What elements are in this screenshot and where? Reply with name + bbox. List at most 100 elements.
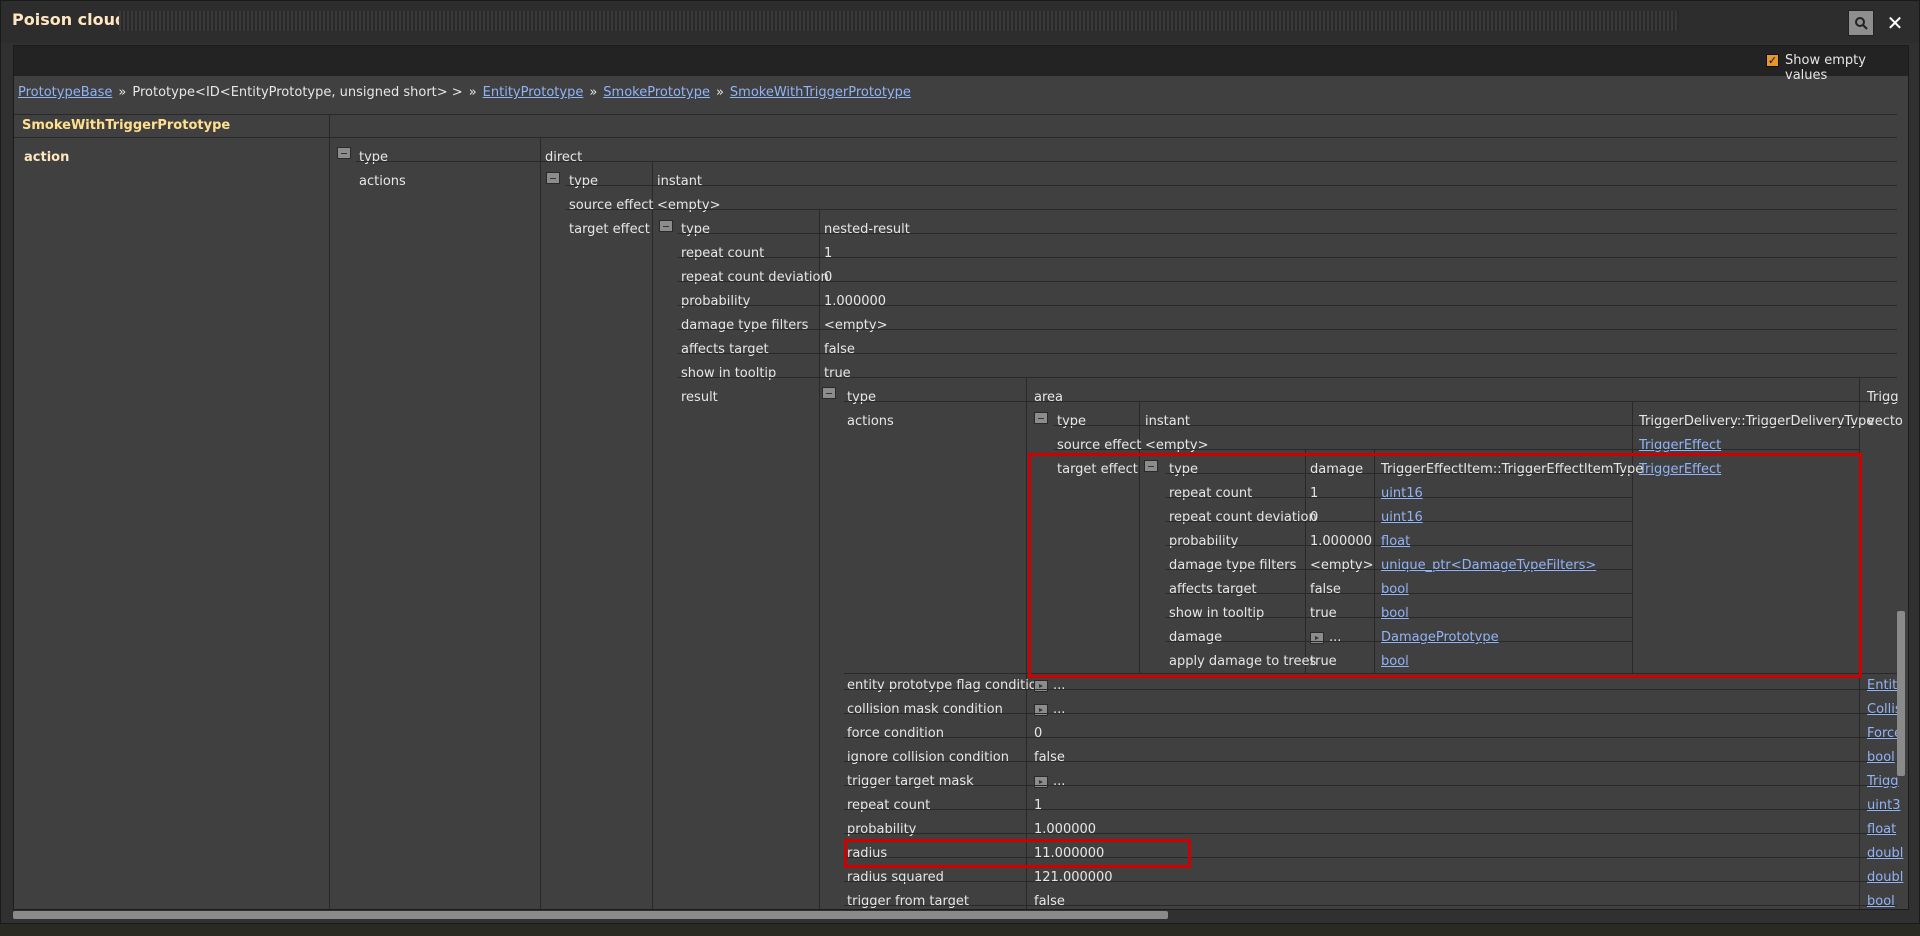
table-cell: nested-result (824, 222, 910, 237)
table-cell[interactable]: doubl (1867, 846, 1903, 861)
table-cell: type (569, 174, 599, 189)
vertical-scrollbar[interactable] (1897, 611, 1905, 776)
table-cell: true (824, 366, 851, 381)
table-cell: ignore collision condition (847, 750, 1009, 765)
table-cell: ... (1053, 678, 1066, 693)
property-table: SmokeWithTriggerPrototype action type direc… (14, 46, 1908, 909)
table-cell: instant (1145, 414, 1191, 429)
table-cell: false (1034, 894, 1065, 909)
table-cell: type (359, 150, 389, 165)
table-cell: entity prototype flag condition (847, 678, 1046, 693)
content-frame: ✓ Show empty values PrototypeBase» Protot… (13, 45, 1909, 910)
table-cell[interactable]: bool (1867, 750, 1895, 765)
table-cell[interactable]: float (1867, 822, 1896, 837)
table-cell: trigger target mask (847, 774, 974, 789)
row-divider (678, 281, 1897, 282)
table-cell: repeat count (681, 246, 765, 261)
table-cell: type (681, 222, 711, 237)
expand-button[interactable] (1034, 680, 1048, 692)
highlight-box (844, 839, 1191, 868)
row-divider (844, 761, 1897, 762)
table-cell: repeat count (847, 798, 931, 813)
row-divider (678, 377, 1897, 378)
row-divider (356, 161, 1897, 162)
drag-handle[interactable] (119, 11, 1679, 31)
collapse-button[interactable] (546, 172, 560, 184)
table-cell: repeat count deviation (681, 270, 829, 285)
table-cell: show in tooltip (681, 366, 777, 381)
table-cell: 1.000000 (824, 294, 887, 309)
close-icon: ✕ (1886, 11, 1904, 35)
row-divider (844, 881, 1897, 882)
table-cell: instant (657, 174, 703, 189)
expand-button[interactable] (1034, 704, 1048, 716)
table-cell: collision mask condition (847, 702, 1003, 717)
collapse-button[interactable] (822, 387, 836, 399)
prototype-window: Poison cloud ✕ ✓ Show empty values Proto… (0, 0, 1920, 924)
row-divider (566, 185, 1897, 186)
collapse-button[interactable] (337, 147, 351, 159)
table-cell: <empty> (824, 318, 888, 333)
table-cell: actions (359, 174, 406, 189)
row-divider (678, 353, 1897, 354)
close-button[interactable]: ✕ (1882, 10, 1908, 36)
row-divider (844, 689, 1897, 690)
table-cell[interactable]: Trigg (1867, 774, 1899, 789)
table-cell: 0 (824, 270, 833, 285)
table-cell: direct (545, 150, 583, 165)
column-divider (652, 161, 653, 909)
collapse-button[interactable] (659, 220, 673, 232)
column-divider (540, 137, 541, 909)
table-cell[interactable]: TriggerEffect (1639, 438, 1721, 453)
table-cell: target effect (569, 222, 650, 237)
table-cell: 1 (824, 246, 833, 261)
highlight-box (1028, 453, 1862, 678)
row-divider (678, 329, 1897, 330)
row-divider (844, 833, 1897, 834)
table-cell: type (847, 390, 877, 405)
table-cell: source effect (1057, 438, 1142, 453)
column-divider (1026, 377, 1027, 909)
table-cell: affects target (681, 342, 769, 357)
table-cell: 121.000000 (1034, 870, 1113, 885)
row-divider (844, 809, 1897, 810)
table-cell: area (1034, 390, 1063, 405)
table-cell: damage type filters (681, 318, 809, 333)
row-divider (678, 257, 1897, 258)
table-cell[interactable]: doubl (1867, 870, 1903, 885)
table-cell: false (1034, 750, 1065, 765)
column-divider (819, 209, 820, 909)
row-divider (844, 401, 1897, 402)
search-button[interactable] (1848, 10, 1874, 36)
expand-button[interactable] (1034, 776, 1048, 788)
row-divider (844, 713, 1897, 714)
table-cell: radius squared (847, 870, 944, 885)
table-cell: force condition (847, 726, 944, 741)
table-cell: 0 (1034, 726, 1043, 741)
table-cell: <empty> (657, 198, 721, 213)
row-divider (566, 209, 1897, 210)
titlebar[interactable]: Poison cloud ✕ (1, 1, 1919, 43)
table-cell: type (1057, 414, 1087, 429)
row-divider (1054, 425, 1859, 426)
row-divider (14, 114, 1897, 115)
table-cell: result (681, 390, 718, 405)
horizontal-scrollbar[interactable] (13, 911, 1168, 919)
row-divider (844, 905, 1897, 906)
collapse-button[interactable] (1034, 412, 1048, 424)
row-divider (678, 305, 1897, 306)
table-cell: trigger from target (847, 894, 969, 909)
table-cell: actions (847, 414, 894, 429)
root-key-action: action (24, 150, 70, 165)
row-divider (14, 137, 1897, 138)
table-cell[interactable]: uint3 (1867, 798, 1900, 813)
table-cell[interactable]: bool (1867, 894, 1895, 909)
table-cell: <empty> (1145, 438, 1209, 453)
table-cell: ... (1053, 702, 1066, 717)
column-divider (329, 114, 330, 909)
row-divider (844, 737, 1897, 738)
window-title: Poison cloud (12, 10, 127, 29)
table-cell: probability (681, 294, 751, 309)
search-icon (1855, 17, 1868, 30)
table-cell: TriggerDelivery::TriggerDeliveryType (1639, 414, 1875, 429)
